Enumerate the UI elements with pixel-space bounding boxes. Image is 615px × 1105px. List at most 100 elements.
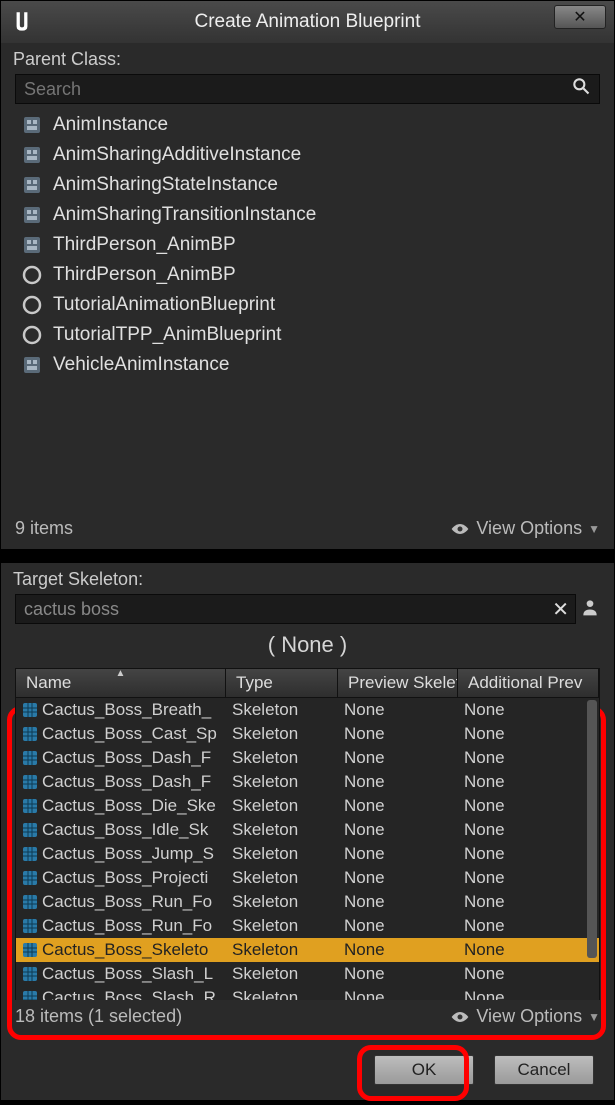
row-name: Cactus_Boss_Idle_Sk (42, 820, 208, 840)
row-preview: None (338, 844, 458, 864)
class-icon (21, 204, 43, 226)
vertical-scrollbar[interactable] (587, 700, 597, 958)
table-row[interactable]: Cactus_Boss_Run_FoSkeletonNoneNone (16, 890, 599, 914)
column-header-type[interactable]: Type (226, 669, 338, 697)
parent-class-item-label: ThirdPerson_AnimBP (53, 264, 236, 286)
target-skeleton-view-options[interactable]: View Options ▼ (450, 1006, 600, 1027)
blueprint-icon (21, 324, 43, 346)
parent-class-item[interactable]: AnimSharingStateInstance (21, 170, 594, 200)
skeleton-asset-icon (22, 942, 38, 958)
row-name: Cactus_Boss_Jump_S (42, 844, 214, 864)
table-row[interactable]: Cactus_Boss_Cast_SpSkeletonNoneNone (16, 722, 599, 746)
parent-class-list: AnimInstanceAnimSharingAdditiveInstanceA… (21, 110, 594, 380)
parent-class-label: Parent Class: (1, 43, 614, 74)
parent-class-item[interactable]: AnimSharingTransitionInstance (21, 200, 594, 230)
table-row[interactable]: Cactus_Boss_Slash_RSkeletonNoneNone (16, 986, 599, 1000)
row-name: Cactus_Boss_Cast_Sp (42, 724, 217, 744)
target-skeleton-label: Target Skeleton: (1, 563, 614, 594)
row-additional: None (458, 820, 599, 840)
skeleton-asset-icon (22, 726, 38, 742)
column-header-name[interactable]: ▲ Name (16, 669, 226, 697)
row-name: Cactus_Boss_Run_Fo (42, 892, 212, 912)
row-preview: None (338, 796, 458, 816)
parent-class-item[interactable]: TutorialTPP_AnimBlueprint (21, 320, 594, 350)
skeleton-asset-icon (22, 798, 38, 814)
table-row[interactable]: Cactus_Boss_Breath_SkeletonNoneNone (16, 698, 599, 722)
eye-icon (450, 522, 470, 536)
none-heading: ( None ) (1, 624, 614, 668)
cancel-button[interactable]: Cancel (494, 1055, 594, 1085)
table-row[interactable]: Cactus_Boss_ProjectiSkeletonNoneNone (16, 866, 599, 890)
row-name: Cactus_Boss_Run_Fo (42, 916, 212, 936)
eye-icon (450, 1010, 470, 1024)
row-additional: None (458, 700, 599, 720)
class-icon (21, 174, 43, 196)
ok-button[interactable]: OK (374, 1055, 474, 1085)
table-row[interactable]: Cactus_Boss_Slash_LSkeletonNoneNone (16, 962, 599, 986)
close-button[interactable]: ✕ (554, 5, 606, 29)
parent-class-item[interactable]: AnimSharingAdditiveInstance (21, 140, 594, 170)
row-type: Skeleton (226, 700, 338, 720)
row-name: Cactus_Boss_Projecti (42, 868, 208, 888)
skeleton-asset-icon (22, 846, 38, 862)
target-skeleton-search-input[interactable] (16, 597, 546, 622)
row-preview: None (338, 772, 458, 792)
skeleton-asset-icon (22, 750, 38, 766)
section-divider (1, 549, 614, 563)
column-header-additional[interactable]: Additional Prev (458, 669, 599, 697)
target-skeleton-search[interactable]: ✕ (15, 594, 576, 624)
row-additional: None (458, 940, 599, 960)
clear-icon[interactable]: ✕ (546, 597, 575, 622)
row-additional: None (458, 916, 599, 936)
target-skeleton-item-count: 18 items (1 selected) (15, 1006, 182, 1027)
row-name: Cactus_Boss_Slash_R (42, 988, 216, 1000)
dialog-window: Create Animation Blueprint ✕ Parent Clas… (0, 0, 615, 1101)
blueprint-icon (21, 264, 43, 286)
class-icon (21, 114, 43, 136)
parent-class-item[interactable]: AnimInstance (21, 110, 594, 140)
view-options-label: View Options (476, 1006, 582, 1027)
parent-class-item-label: TutorialTPP_AnimBlueprint (53, 324, 281, 346)
table-row[interactable]: Cactus_Boss_Jump_SSkeletonNoneNone (16, 842, 599, 866)
skeleton-asset-icon (22, 702, 38, 718)
parent-class-item-count: 9 items (15, 518, 73, 539)
column-header-preview[interactable]: Preview Skeletal (338, 669, 458, 697)
parent-class-item[interactable]: ThirdPerson_AnimBP (21, 260, 594, 290)
parent-class-search[interactable] (15, 74, 600, 104)
row-name: Cactus_Boss_Dash_F (42, 772, 211, 792)
table-header: ▲ Name Type Preview Skeletal Additional … (15, 668, 600, 698)
dialog-button-row: OK Cancel (1, 1037, 614, 1105)
table-row[interactable]: Cactus_Boss_Dash_FSkeletonNoneNone (16, 746, 599, 770)
row-preview: None (338, 868, 458, 888)
row-additional: None (458, 868, 599, 888)
parent-class-view-options[interactable]: View Options ▼ (450, 518, 600, 539)
parent-class-item-label: VehicleAnimInstance (53, 354, 229, 376)
parent-class-item[interactable]: TutorialAnimationBlueprint (21, 290, 594, 320)
table-row[interactable]: Cactus_Boss_Idle_SkSkeletonNoneNone (16, 818, 599, 842)
parent-class-item[interactable]: VehicleAnimInstance (21, 350, 594, 380)
row-type: Skeleton (226, 724, 338, 744)
row-type: Skeleton (226, 772, 338, 792)
table-body[interactable]: Cactus_Boss_Breath_SkeletonNoneNoneCactu… (15, 698, 600, 1000)
user-filter-icon[interactable] (580, 597, 600, 622)
table-row[interactable]: Cactus_Boss_SkeletoSkeletonNoneNone (16, 938, 599, 962)
row-type: Skeleton (226, 868, 338, 888)
target-skeleton-footer: 18 items (1 selected) View Options ▼ (1, 1000, 614, 1037)
table-row[interactable]: Cactus_Boss_Die_SkeSkeletonNoneNone (16, 794, 599, 818)
skeleton-asset-icon (22, 822, 38, 838)
row-additional: None (458, 772, 599, 792)
row-additional: None (458, 748, 599, 768)
skeleton-asset-icon (22, 990, 38, 1000)
table-row[interactable]: Cactus_Boss_Dash_FSkeletonNoneNone (16, 770, 599, 794)
table-row[interactable]: Cactus_Boss_Run_FoSkeletonNoneNone (16, 914, 599, 938)
view-options-label: View Options (476, 518, 582, 539)
row-type: Skeleton (226, 964, 338, 984)
parent-class-search-input[interactable] (16, 77, 563, 102)
app-logo (1, 1, 43, 43)
parent-class-item[interactable]: ThirdPerson_AnimBP (21, 230, 594, 260)
row-additional: None (458, 796, 599, 816)
row-type: Skeleton (226, 988, 338, 1000)
row-additional: None (458, 988, 599, 1000)
sort-ascending-icon: ▲ (116, 669, 126, 679)
row-preview: None (338, 724, 458, 744)
